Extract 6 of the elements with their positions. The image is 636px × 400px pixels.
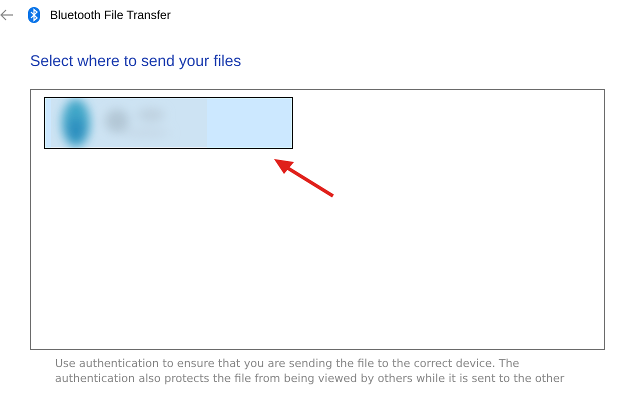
- back-arrow-icon[interactable]: [0, 9, 14, 21]
- window-title: Bluetooth File Transfer: [50, 8, 171, 22]
- authentication-note: Use authentication to ensure that you are sending the file to the correct device. The authentication also protects the file from being viewed by others while it is sent to the other: [55, 356, 566, 386]
- bluetooth-icon: [28, 7, 40, 23]
- page-heading: Select where to send your files: [30, 53, 242, 71]
- device-item[interactable]: [44, 97, 293, 149]
